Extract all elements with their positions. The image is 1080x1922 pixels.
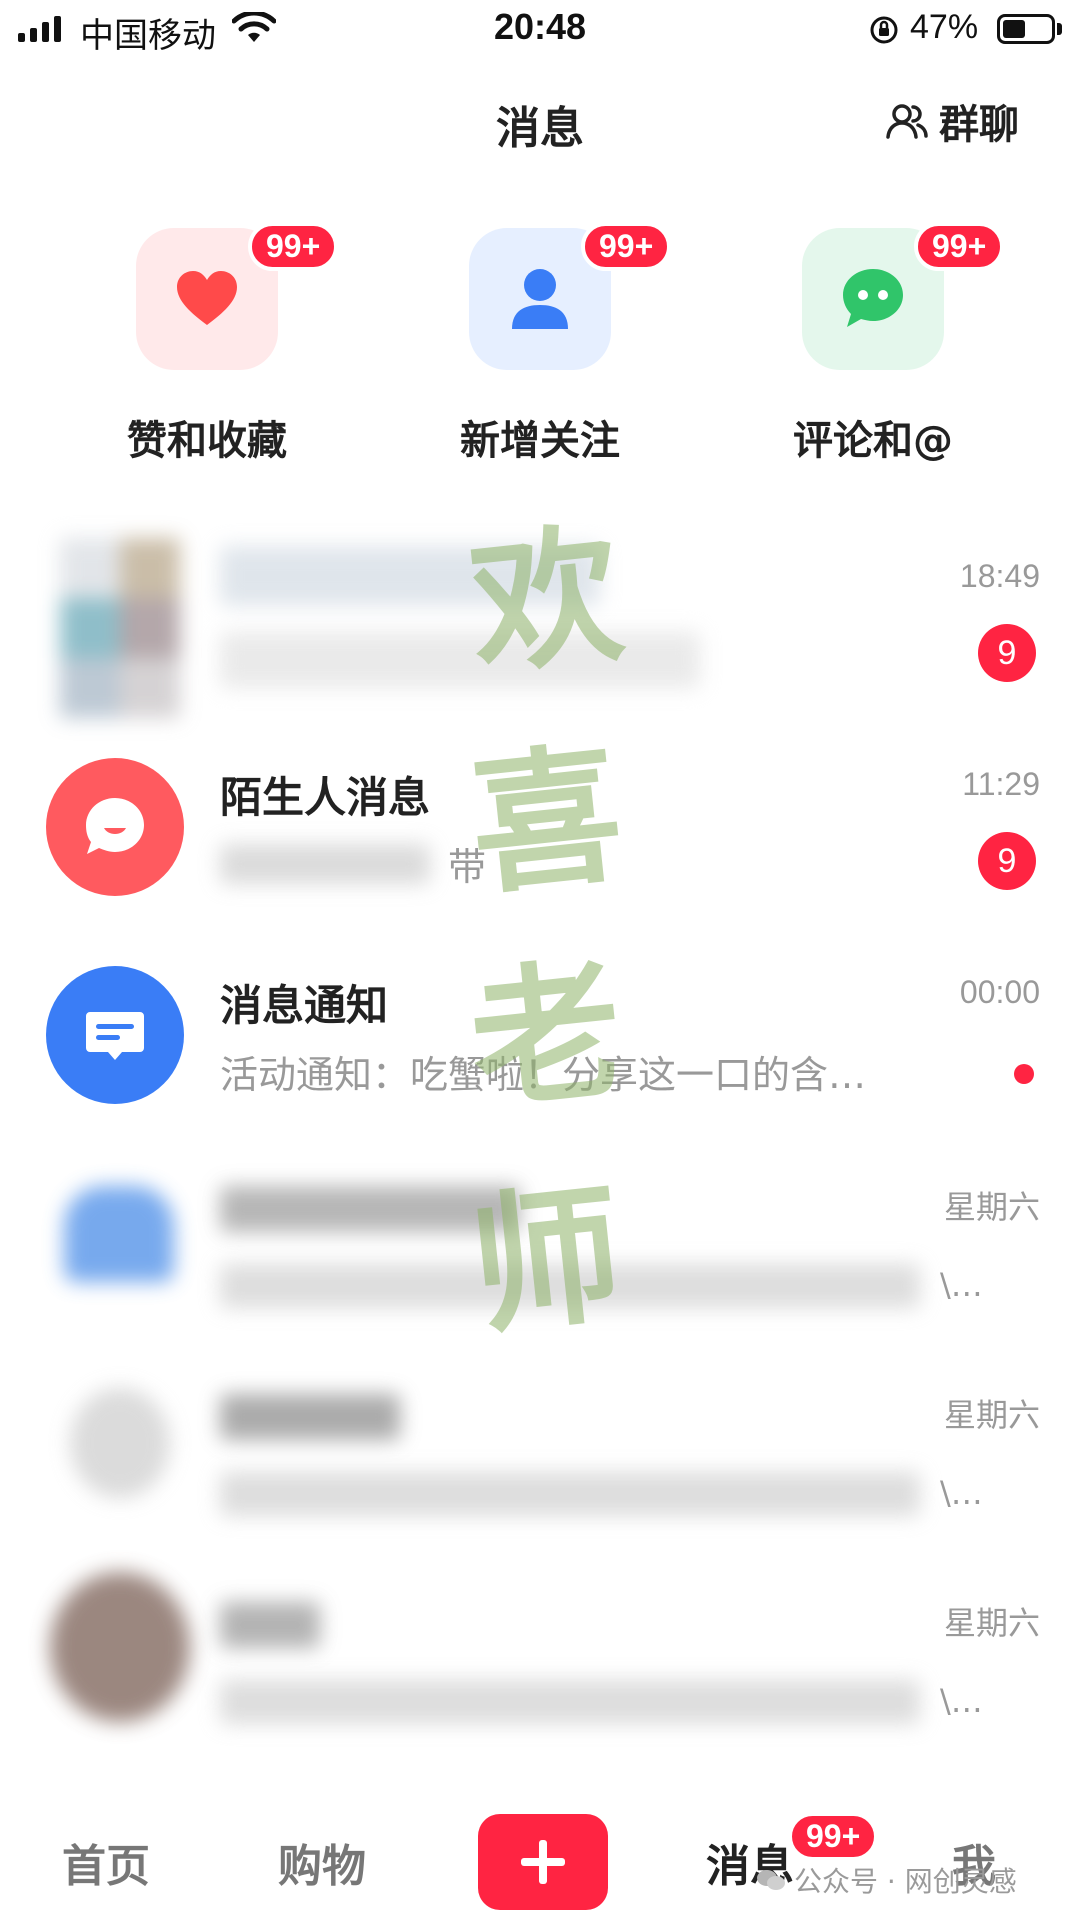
tab-shop[interactable]: 购物 bbox=[278, 1830, 366, 1894]
blurred-avatar bbox=[60, 538, 180, 718]
stranger-avatar bbox=[46, 758, 184, 896]
conversation-time: 星期六 bbox=[943, 1189, 1040, 1225]
quick-comments-mentions[interactable]: 99+ 评论和@ bbox=[738, 222, 1008, 466]
group-people-icon bbox=[886, 104, 928, 139]
watermark-char: 喜 bbox=[462, 725, 631, 917]
messages-tab-badge: 99+ bbox=[788, 1812, 879, 1861]
likes-tile: 99+ bbox=[136, 222, 339, 370]
blurred-preview bbox=[220, 1680, 920, 1724]
likes-label: 赞和收藏 bbox=[127, 418, 287, 464]
blurred-name bbox=[220, 1394, 400, 1440]
conversation-time: 星期六 bbox=[943, 1397, 1040, 1433]
stranger-message-icon bbox=[86, 798, 144, 854]
conversation-preview-trail: \… bbox=[940, 1474, 983, 1512]
wechat-official-account-icon bbox=[757, 1870, 785, 1890]
notification-icon bbox=[86, 1012, 144, 1060]
quick-new-followers[interactable]: 99+ 新增关注 bbox=[405, 222, 675, 466]
credit-text: 公众号 · 网创灵感 bbox=[794, 1865, 1017, 1898]
notification-avatar bbox=[46, 966, 184, 1104]
unread-count-badge: 9 bbox=[978, 832, 1036, 890]
unread-count-badge: 9 bbox=[978, 624, 1036, 682]
rotation-lock-icon bbox=[870, 16, 898, 44]
comments-label: 评论和@ bbox=[793, 418, 953, 464]
battery-percent: 47% bbox=[910, 8, 979, 46]
blurred-sender bbox=[220, 844, 430, 884]
watermark-char: 师 bbox=[462, 1165, 631, 1357]
group-chat-button[interactable]: 群聊 bbox=[885, 92, 1019, 150]
blurred-avatar bbox=[70, 1388, 170, 1498]
followers-label: 新增关注 bbox=[460, 418, 620, 464]
tab-home[interactable]: 首页 bbox=[62, 1830, 150, 1894]
conversation-time: 00:00 bbox=[959, 974, 1040, 1010]
followers-badge: 99+ bbox=[581, 222, 672, 271]
source-credit: 公众号 · 网创灵感 bbox=[756, 1860, 1017, 1900]
comments-badge: 99+ bbox=[914, 222, 1005, 271]
watermark-char: 欢 bbox=[462, 505, 631, 697]
conversation-row[interactable]: 星期六 \… bbox=[0, 1572, 1080, 1772]
battery-icon bbox=[997, 14, 1055, 44]
chat-bubble-icon bbox=[843, 269, 903, 327]
plus-icon bbox=[521, 1840, 565, 1884]
conversation-time: 18:49 bbox=[959, 558, 1040, 594]
conversation-time: 11:29 bbox=[962, 766, 1040, 802]
person-icon bbox=[512, 269, 568, 329]
blurred-avatar bbox=[64, 1186, 174, 1282]
conversation-name: 消息通知 bbox=[220, 981, 389, 1030]
group-chat-label: 群聊 bbox=[939, 102, 1019, 148]
conversation-preview-trail: \… bbox=[940, 1682, 983, 1720]
blurred-avatar bbox=[50, 1572, 190, 1722]
comments-tile: 99+ bbox=[802, 222, 1005, 370]
conversation-row[interactable]: 星期六 \… bbox=[0, 1364, 1080, 1564]
conversation-name: 陌生人消息 bbox=[220, 773, 431, 822]
unread-dot bbox=[1014, 1064, 1034, 1084]
heart-icon bbox=[177, 271, 237, 325]
conversation-time: 星期六 bbox=[943, 1605, 1040, 1641]
followers-tile: 99+ bbox=[469, 222, 672, 370]
bottom-tab-bar: 首页 购物 消息 99+ 我 bbox=[0, 1790, 1080, 1922]
status-bar: 中国移动 20:48 47% bbox=[0, 0, 1080, 60]
blurred-name bbox=[220, 1602, 320, 1648]
watermark-char: 老 bbox=[462, 940, 631, 1132]
battery-tip bbox=[1057, 23, 1062, 35]
publish-button[interactable] bbox=[478, 1814, 608, 1910]
quick-likes-collections[interactable]: 99+ 赞和收藏 bbox=[72, 222, 342, 466]
likes-badge: 99+ bbox=[248, 222, 339, 271]
conversation-preview-trail: \… bbox=[940, 1266, 983, 1304]
blurred-preview bbox=[220, 1472, 920, 1516]
